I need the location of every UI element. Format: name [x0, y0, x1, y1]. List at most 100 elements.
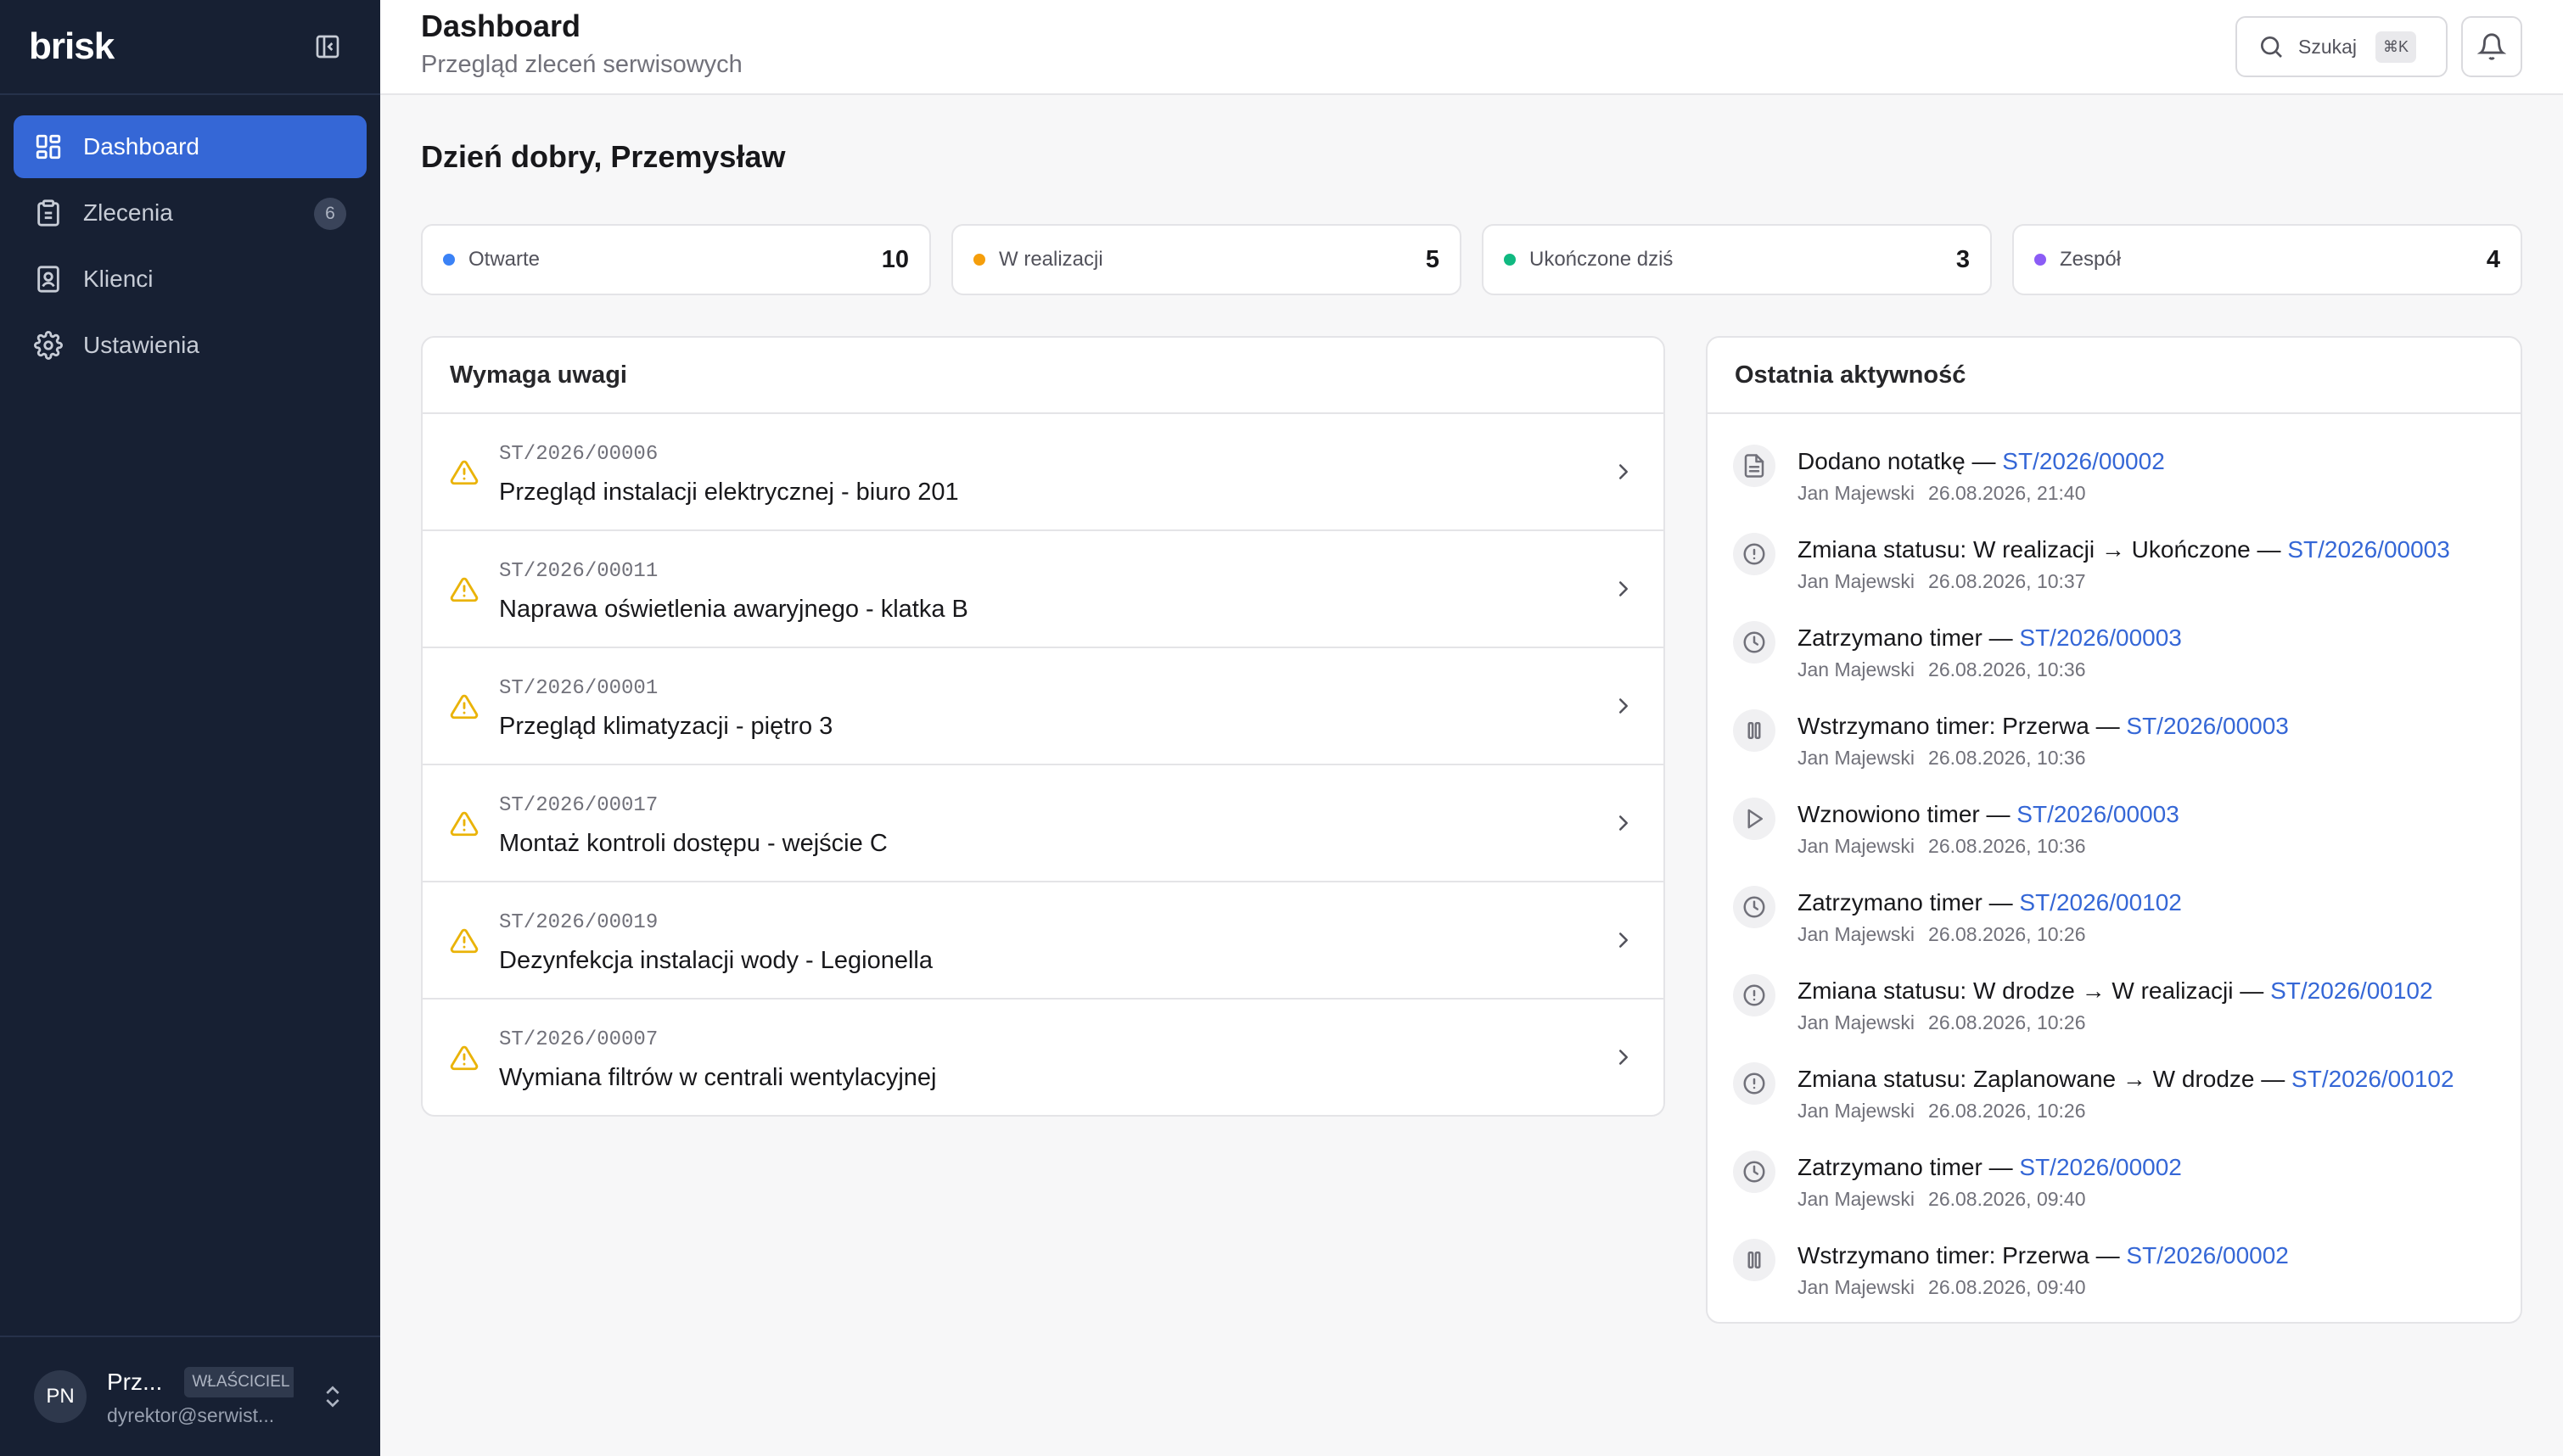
activity-meta: Jan Majewski 26.08.2026, 10:37: [1797, 570, 2086, 593]
activity-time: 26.08.2026, 10:36: [1928, 747, 2086, 769]
chevron-right-icon: [1619, 932, 1628, 948]
stat-card-zespol[interactable]: Zespół 4: [2012, 224, 2522, 295]
order-link[interactable]: ST/2026/00102: [2019, 889, 2182, 916]
attention-row[interactable]: ST/2026/00001 Przegląd klimatyzacji - pię…: [423, 648, 1663, 765]
activity-time: 26.08.2026, 10:26: [1928, 1011, 2086, 1033]
activity-text: Wstrzymano timer: Przerwa —: [1797, 713, 2120, 739]
order-link[interactable]: ST/2026/00003: [2016, 801, 2179, 827]
clock-icon: [1743, 896, 1765, 918]
status-dot: [443, 254, 455, 266]
activity-title: Dodano notatkę — ST/2026/00002: [1797, 448, 2165, 475]
activity-card-title: Ostatnia aktywność: [1708, 338, 2521, 414]
note-icon: [1744, 454, 1764, 478]
sidebar-item-klienci[interactable]: Klienci: [14, 248, 367, 311]
activity-text: Zmiana statusu: W drodze → W realizacji …: [1797, 977, 2264, 1004]
sidebar-header: brisk: [0, 0, 380, 95]
activity-icon-wrap: [1733, 886, 1775, 928]
order-title: Montaż kontroli dostępu - wejście C: [499, 830, 888, 857]
activity-user: Jan Majewski: [1797, 1276, 1915, 1298]
sidebar-item-label: Zlecenia: [83, 199, 173, 226]
user-name: Prz...: [107, 1368, 163, 1395]
user-menu[interactable]: PN Prz... WŁAŚCICIEL dyrektor@serwist...: [0, 1336, 380, 1456]
activity-item: Wstrzymano timer: Przerwa — ST/2026/0000…: [1708, 699, 2521, 787]
attention-row[interactable]: ST/2026/00017 Montaż kontroli dostępu - w…: [423, 765, 1663, 882]
activity-title: Zmiana statusu: W drodze → W realizacji …: [1797, 977, 2433, 1005]
activity-item: Zatrzymano timer — ST/2026/00003 Jan Maje…: [1708, 611, 2521, 699]
order-id: ST/2026/00017: [499, 794, 659, 817]
attention-row[interactable]: ST/2026/00011 Naprawa oświetlenia awaryjn…: [423, 531, 1663, 648]
topbar: Dashboard Przegląd zleceń serwisowych Sz…: [380, 0, 2563, 95]
order-link[interactable]: ST/2026/00002: [2002, 448, 2165, 474]
activity-title: Wstrzymano timer: Przerwa — ST/2026/0000…: [1797, 713, 2289, 740]
stat-card-otwarte[interactable]: Otwarte 10: [421, 224, 931, 295]
status-icon: [1743, 1072, 1765, 1095]
sidebar-item-ustawienia[interactable]: Ustawienia: [14, 314, 367, 377]
sidebar-item-label: Dashboard: [83, 133, 199, 160]
order-link[interactable]: ST/2026/00003: [2287, 536, 2450, 563]
activity-text: Dodano notatkę —: [1797, 448, 1996, 474]
order-link[interactable]: ST/2026/00102: [2270, 977, 2433, 1004]
chevron-right-icon: [1619, 581, 1628, 596]
order-id: ST/2026/00007: [499, 1028, 659, 1051]
order-link[interactable]: ST/2026/00102: [2291, 1066, 2454, 1092]
activity-title: Zmiana statusu: Zaplanowane → W drodze —…: [1797, 1066, 2454, 1093]
chevron-right-icon: [1619, 464, 1628, 479]
activity-time: 26.08.2026, 21:40: [1928, 482, 2086, 504]
sidebar-collapse-icon[interactable]: [314, 33, 341, 60]
activity-time: 26.08.2026, 10:36: [1928, 835, 2086, 857]
sidebar-nav: Dashboard Zlecenia 6 Klienci Ustawienia: [0, 95, 380, 400]
chevron-right-icon: [1619, 698, 1628, 714]
attention-row[interactable]: ST/2026/00019 Dezynfekcja instalacji wody…: [423, 882, 1663, 1000]
sidebar-item-dashboard[interactable]: Dashboard: [14, 115, 367, 178]
stat-value: 5: [1425, 245, 1439, 273]
attention-card: Wymaga uwagi ST/2026/00006 Przegląd insta…: [421, 336, 1665, 1117]
order-id: ST/2026/00001: [499, 677, 659, 700]
sidebar-item-zlecenia[interactable]: Zlecenia 6: [14, 182, 367, 244]
activity-time: 26.08.2026, 10:36: [1928, 658, 2086, 680]
activity-item: Zmiana statusu: W realizacji → Ukończone…: [1708, 523, 2521, 611]
order-link[interactable]: ST/2026/00002: [2126, 1242, 2289, 1268]
clock-icon: [1743, 631, 1765, 653]
activity-icon-wrap: [1733, 445, 1775, 487]
page-title: Dashboard: [421, 8, 581, 43]
attention-row[interactable]: ST/2026/00007 Wymiana filtrów w centrali …: [423, 1000, 1663, 1115]
activity-item: Zmiana statusu: Zaplanowane → W drodze —…: [1708, 1052, 2521, 1140]
activity-item: Wznowiono timer — ST/2026/00003 Jan Majew…: [1708, 787, 2521, 876]
bell-icon: [2477, 33, 2506, 60]
activity-text: Zatrzymano timer —: [1797, 1154, 2013, 1180]
activity-icon-wrap: [1733, 798, 1775, 840]
stat-card-ukonczone[interactable]: Ukończone dziś 3: [1482, 224, 1992, 295]
order-title: Przegląd instalacji elektrycznej - biuro…: [499, 479, 959, 506]
order-link[interactable]: ST/2026/00003: [2126, 713, 2289, 739]
status-dot: [1504, 254, 1516, 266]
sidebar-item-label: Klienci: [83, 266, 154, 292]
activity-user: Jan Majewski: [1797, 482, 1915, 504]
stats-row: Otwarte 10 W realizacji 5 Ukończone dziś…: [421, 224, 2522, 295]
activity-text: Wznowiono timer —: [1797, 801, 2011, 827]
order-link[interactable]: ST/2026/00002: [2019, 1154, 2182, 1180]
activity-text: Zmiana statusu: Zaplanowane → W drodze —: [1797, 1066, 2285, 1092]
activity-item: Zatrzymano timer — ST/2026/00002 Jan Maje…: [1708, 1140, 2521, 1229]
search-icon: [2261, 36, 2282, 58]
activity-icon-wrap: [1733, 533, 1775, 575]
status-icon: [1743, 543, 1765, 565]
user-info: Prz... WŁAŚCICIEL dyrektor@serwist...: [107, 1366, 294, 1427]
activity-item: Wstrzymano timer: Przerwa — ST/2026/0000…: [1708, 1229, 2521, 1317]
activity-title: Zmiana statusu: W realizacji → Ukończone…: [1797, 536, 2450, 563]
activity-meta: Jan Majewski 26.08.2026, 09:40: [1797, 1188, 2086, 1211]
clock-icon: [1743, 1161, 1765, 1183]
activity-icon-wrap: [1733, 709, 1775, 752]
search-button[interactable]: Szukaj ⌘K: [2235, 16, 2448, 77]
notifications-button[interactable]: [2461, 16, 2522, 77]
activity-title: Zatrzymano timer — ST/2026/00003: [1797, 624, 2182, 652]
activity-user: Jan Majewski: [1797, 747, 1915, 769]
stat-card-w-realizacji[interactable]: W realizacji 5: [951, 224, 1461, 295]
brisk-logo[interactable]: brisk: [29, 25, 115, 68]
stat-label: Ukończone dziś: [1529, 248, 1674, 271]
avatar: PN: [34, 1370, 87, 1423]
attention-row[interactable]: ST/2026/00006 Przegląd instalacji elektry…: [423, 414, 1663, 531]
order-link[interactable]: ST/2026/00003: [2019, 624, 2182, 651]
chevrons-up-down-icon[interactable]: [319, 1381, 346, 1412]
search-label: Szukaj: [2298, 35, 2358, 58]
warning-icon: [450, 1045, 479, 1071]
